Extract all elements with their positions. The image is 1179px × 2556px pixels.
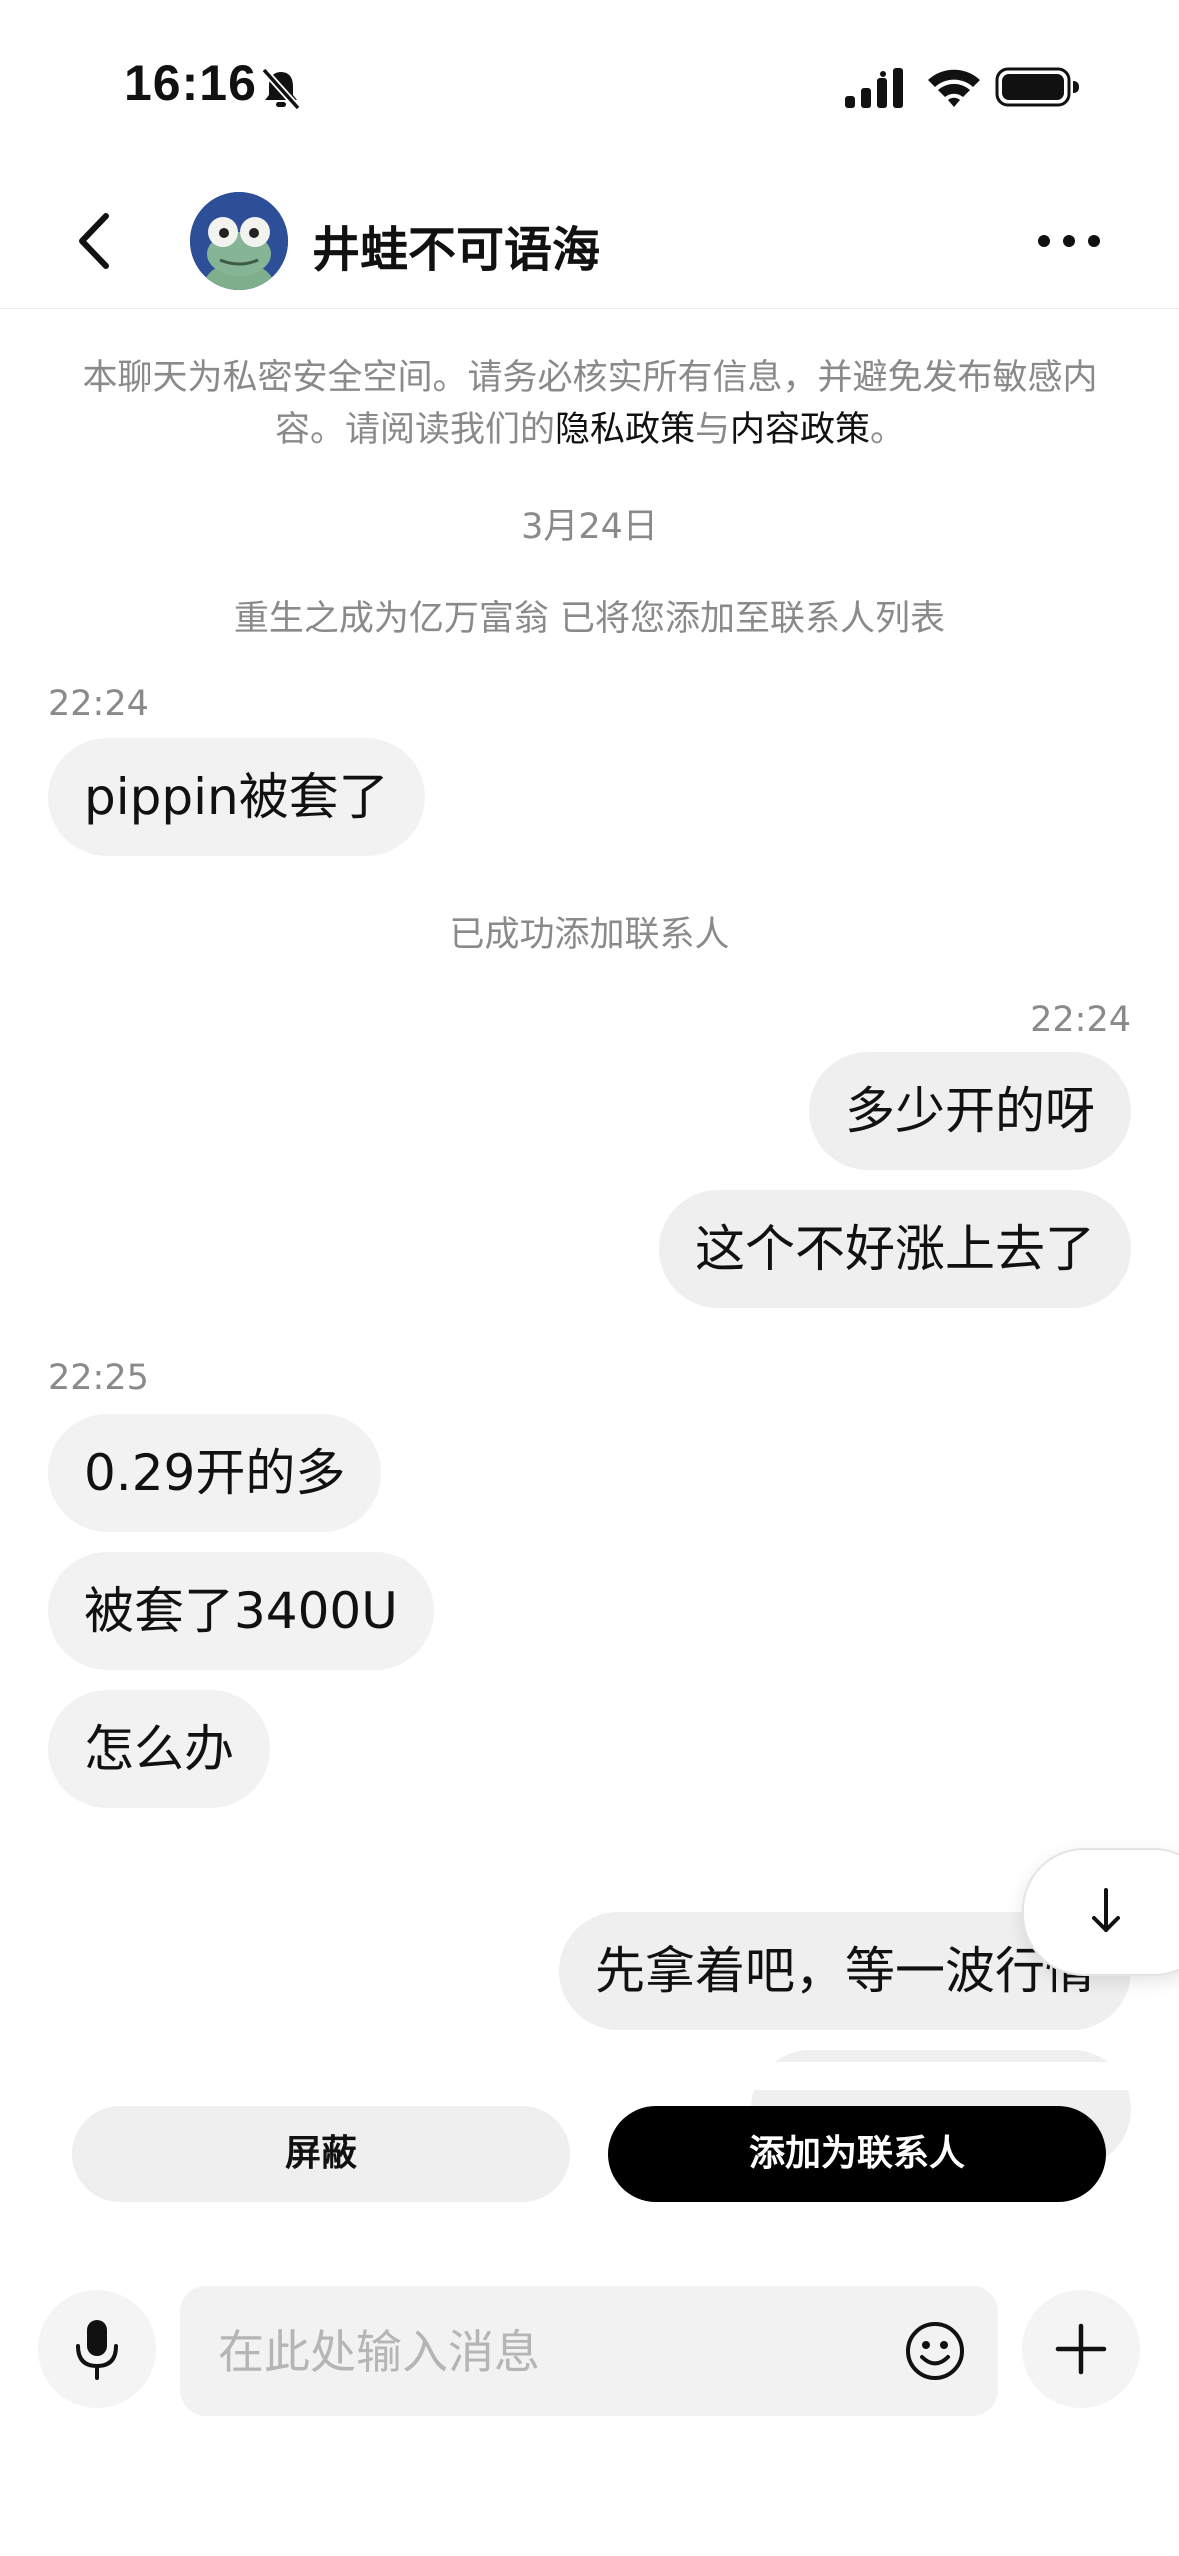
notice-period: 。 [870,410,906,450]
chat-header: 井蛙不可语海 [0,170,1179,309]
incoming-message[interactable]: 被套了3400U [48,1552,434,1670]
frog-avatar-icon [190,192,288,290]
voice-button[interactable] [38,2290,156,2408]
contact-name[interactable]: 井蛙不可语海 [312,210,600,280]
more-horizontal-icon[interactable] [1034,226,1104,256]
message-timestamp: 22:24 [1030,1000,1131,1040]
message-input[interactable] [216,2286,860,2418]
message-timestamp: 22:25 [48,1358,149,1398]
emoji-icon[interactable] [904,2320,966,2382]
microphone-icon [76,2320,118,2380]
list-clip [0,2062,1179,2090]
arrow-down-icon [1092,1888,1120,1932]
bell-muted-icon [261,67,301,111]
incoming-message[interactable]: pippin被套了 [48,738,425,856]
notice-conjunction: 与 [694,410,730,450]
privacy-notice: 本聊天为私密安全空间。请务必核实所有信息，并避免发布敏感内容。请阅读我们的隐私政… [60,352,1120,456]
plus-icon [1055,2323,1107,2375]
battery-icon [995,67,1079,107]
date-separator: 3月24日 [521,507,658,547]
avatar[interactable] [190,192,288,290]
add-contact-button[interactable]: 添加为联系人 [608,2106,1106,2202]
system-message-success: 已成功添加联系人 [449,915,730,955]
cellular-signal-icon [845,68,903,108]
wifi-icon [928,69,980,107]
content-policy-link[interactable]: 内容政策 [730,410,870,450]
system-message-added: 重生之成为亿万富翁 已将您添加至联系人列表 [233,599,946,639]
outgoing-message[interactable]: 这个不好涨上去了 [659,1190,1131,1308]
outgoing-message[interactable]: 多少开的呀 [809,1052,1131,1170]
privacy-policy-link[interactable]: 隐私政策 [555,410,695,450]
chevron-left-icon[interactable] [70,210,120,272]
scroll-to-bottom-button[interactable] [1022,1848,1179,1976]
add-attachment-button[interactable] [1022,2290,1140,2408]
incoming-message[interactable]: 0.29开的多 [48,1414,382,1532]
message-timestamp: 22:24 [48,684,149,724]
status-bar: 16:16 [0,0,1179,170]
message-input-box [180,2286,998,2418]
status-time: 16:16 [124,55,257,111]
incoming-message[interactable]: 怎么办 [48,1690,270,1808]
block-button[interactable]: 屏蔽 [72,2106,570,2202]
